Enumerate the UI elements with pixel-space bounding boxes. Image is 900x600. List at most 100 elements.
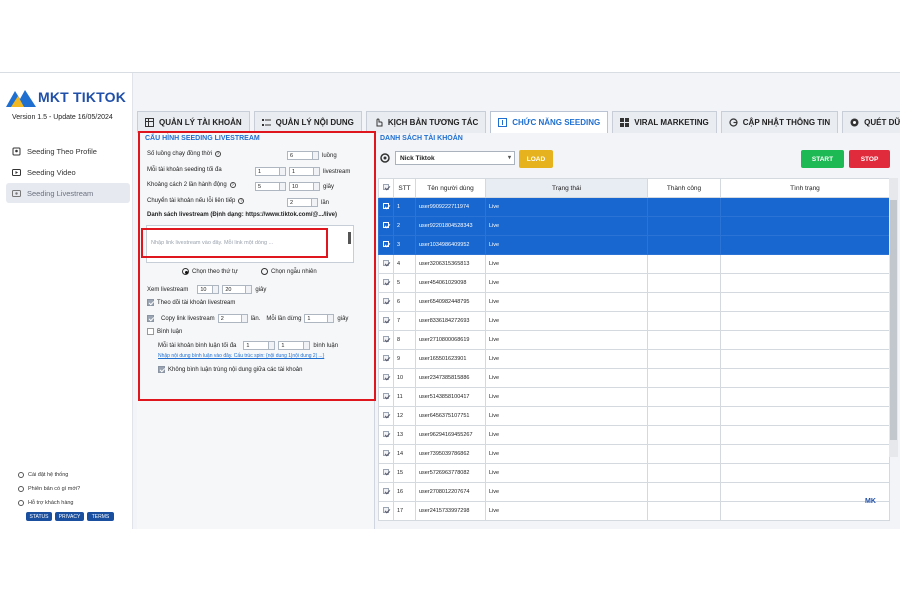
tab-update-info[interactable]: CẬP NHẬT THÔNG TIN (720, 111, 839, 133)
copy-stepper[interactable]: 2 (217, 314, 248, 323)
status-button[interactable]: STATUS (26, 512, 52, 521)
copy-checkbox[interactable] (147, 315, 154, 322)
row-checkbox[interactable] (383, 203, 389, 209)
row-checkbox-cell[interactable] (378, 235, 394, 255)
comment-from[interactable]: 1 (243, 341, 276, 350)
tab-interaction-script[interactable]: KỊCH BẢN TƯƠNG TÁC (365, 111, 487, 133)
row-checkbox[interactable] (383, 450, 389, 456)
follow-row[interactable]: Theo dõi tài khoản livestream (147, 299, 235, 306)
row-checkbox-cell[interactable] (378, 273, 394, 293)
row-checkbox-cell[interactable] (378, 311, 394, 331)
row-checkbox[interactable] (383, 507, 389, 513)
sidebar-item-seeding-video[interactable]: Seeding Video (6, 162, 130, 182)
row-checkbox[interactable] (383, 241, 389, 247)
table-row[interactable]: 10 user2347385815886 Live (378, 368, 890, 388)
max-per-account-from[interactable]: 1 (255, 167, 286, 176)
table-row[interactable]: 8 user2710800068619 Live (378, 330, 890, 350)
privacy-button[interactable]: PRIVACY (55, 512, 84, 521)
row-checkbox[interactable] (383, 393, 389, 399)
header-status[interactable]: Trạng thái (485, 178, 648, 198)
row-checkbox[interactable] (383, 431, 389, 437)
row-checkbox-cell[interactable] (378, 254, 394, 274)
max-per-account-to[interactable]: 1 (289, 167, 320, 176)
row-checkbox[interactable] (383, 412, 389, 418)
table-scrollbar-thumb[interactable] (890, 200, 897, 440)
row-checkbox-cell[interactable] (378, 349, 394, 369)
table-row[interactable]: 6 user6540982448795 Live (378, 292, 890, 312)
row-checkbox[interactable] (383, 374, 389, 380)
row-checkbox-cell[interactable] (378, 330, 394, 350)
header-condition[interactable]: Tình trạng (720, 178, 890, 198)
row-checkbox-cell[interactable] (378, 444, 394, 464)
table-row[interactable]: 12 user6456375107751 Live (378, 406, 890, 426)
table-row[interactable]: 17 user2415733997298 Live (378, 501, 890, 521)
interval-from[interactable]: 5 (255, 182, 286, 191)
terms-button[interactable]: TERMS (87, 512, 114, 521)
row-checkbox[interactable] (383, 469, 389, 475)
textarea-scrollbar[interactable] (348, 232, 351, 244)
row-checkbox[interactable] (383, 222, 389, 228)
row-checkbox[interactable] (383, 355, 389, 361)
tab-seeding-function[interactable]: CHỨC NĂNG SEEDING (490, 111, 609, 133)
row-checkbox-cell[interactable] (378, 387, 394, 407)
header-checkbox-cell[interactable] (378, 178, 394, 198)
row-checkbox-cell[interactable] (378, 406, 394, 426)
refresh-icon[interactable] (380, 153, 390, 163)
header-success[interactable]: Thành công (647, 178, 721, 198)
table-row[interactable]: 4 user3206315365813 Live (378, 254, 890, 274)
row-checkbox[interactable] (383, 298, 389, 304)
table-row[interactable]: 15 user5726963778082 Live (378, 463, 890, 483)
tab-account-management[interactable]: QUẢN LÝ TÀI KHOẢN (137, 111, 250, 133)
each-stepper[interactable]: 1 (304, 314, 335, 323)
whats-new-link[interactable]: Phiên bản có gì mới? (18, 486, 80, 492)
comment-row[interactable]: Bình luận (147, 328, 182, 335)
header-stt[interactable]: STT (393, 178, 416, 198)
table-row[interactable]: 11 user5143858100417 Live (378, 387, 890, 407)
switch-stepper[interactable]: 2 (287, 198, 318, 207)
row-checkbox[interactable] (383, 488, 389, 494)
table-row[interactable]: 2 user92201804528343 Live (378, 216, 890, 236)
watch-from[interactable]: 10 (197, 285, 220, 294)
row-checkbox-cell[interactable] (378, 463, 394, 483)
nick-select[interactable]: Nick Tiktok (395, 151, 515, 165)
comment-content-link[interactable]: Nhập nội dung bình luận vào đây. Cấu trú… (158, 353, 324, 359)
no-dup-row[interactable]: Không bình luận trùng nội dung giữa các … (158, 366, 302, 373)
load-button[interactable]: LOAD (519, 150, 553, 168)
row-checkbox[interactable] (383, 317, 389, 323)
start-button[interactable]: START (801, 150, 844, 168)
random-radio[interactable] (261, 268, 268, 275)
support-link[interactable]: Hỗ trợ khách hàng (18, 500, 74, 506)
row-checkbox-cell[interactable] (378, 425, 394, 445)
stop-button[interactable]: STOP (849, 150, 890, 168)
row-checkbox[interactable] (383, 260, 389, 266)
header-username[interactable]: Tên người dùng (415, 178, 486, 198)
comment-checkbox[interactable] (147, 328, 154, 335)
row-checkbox[interactable] (383, 336, 389, 342)
table-scrollbar[interactable] (889, 178, 898, 457)
follow-checkbox[interactable] (147, 299, 154, 306)
settings-link[interactable]: Cài đặt hệ thống (18, 472, 68, 478)
row-checkbox-cell[interactable] (378, 216, 394, 236)
table-row[interactable]: 7 user8336184272693 Live (378, 311, 890, 331)
interval-to[interactable]: 10 (289, 182, 320, 191)
row-checkbox-cell[interactable] (378, 482, 394, 502)
row-checkbox[interactable] (383, 279, 389, 285)
table-row[interactable]: 9 user165501623901 Live (378, 349, 890, 369)
row-checkbox-cell[interactable] (378, 501, 394, 521)
table-row[interactable]: 13 user96294169455267 Live (378, 425, 890, 445)
table-row[interactable]: 5 user454061029098 Live (378, 273, 890, 293)
random-option[interactable]: Chọn ngẫu nhiên (261, 268, 317, 275)
select-all-checkbox[interactable] (383, 184, 389, 190)
order-radio[interactable] (182, 268, 189, 275)
sidebar-item-seeding-profile[interactable]: Seeding Theo Profile (6, 141, 130, 161)
table-row[interactable]: 1 user9909222711974 Live (378, 197, 890, 217)
threads-stepper[interactable]: 6 (287, 151, 319, 160)
tab-content-management[interactable]: QUẢN LÝ NỘI DUNG (253, 111, 362, 133)
watch-to[interactable]: 20 (222, 285, 253, 294)
sidebar-item-seeding-livestream[interactable]: Seeding Livestream (6, 183, 130, 203)
table-row[interactable]: 3 user1034986409952 Live (378, 235, 890, 255)
no-dup-checkbox[interactable] (158, 366, 165, 373)
table-row[interactable]: 16 user2708012207674 Live (378, 482, 890, 502)
row-checkbox-cell[interactable] (378, 197, 394, 217)
row-checkbox-cell[interactable] (378, 292, 394, 312)
